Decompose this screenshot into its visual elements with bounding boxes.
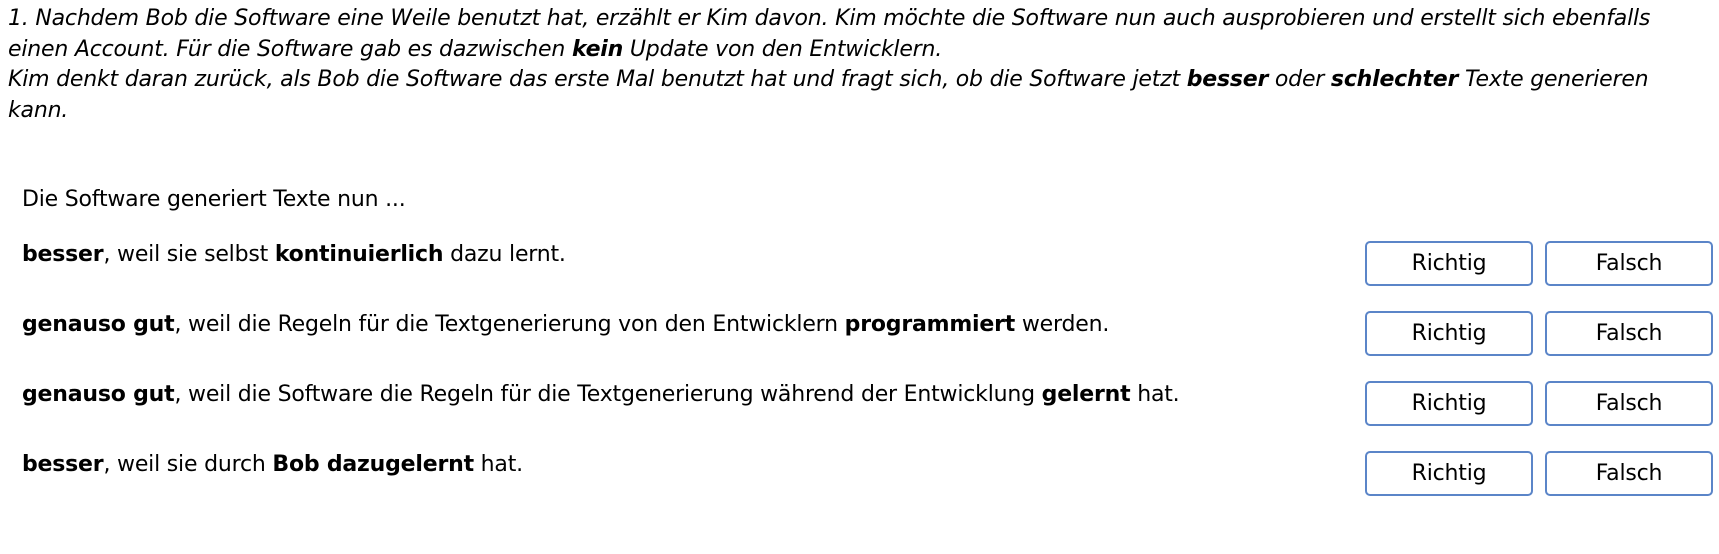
statement-bold: gelernt xyxy=(1041,382,1131,407)
statement-text: werden. xyxy=(1015,312,1110,337)
statement-text: , weil sie selbst xyxy=(103,242,275,267)
statement-text: hat. xyxy=(473,452,523,477)
richtig-button-3[interactable]: Richtig xyxy=(1365,381,1533,426)
statement-bold: kontinuierlich xyxy=(274,242,444,267)
intro-text: oder xyxy=(1268,67,1331,92)
richtig-button-2[interactable]: Richtig xyxy=(1365,311,1533,356)
statement-bold: besser xyxy=(22,452,104,477)
statement-text: , weil die Regeln für die Textgenerierun… xyxy=(174,312,845,337)
falsch-button-3[interactable]: Falsch xyxy=(1545,381,1713,426)
statement-bold: Bob dazugelernt xyxy=(272,452,474,477)
intro-emphasis: besser xyxy=(1186,67,1269,92)
statement-bold: programmiert xyxy=(844,312,1016,337)
intro-text: Update von den Entwicklern. xyxy=(623,36,943,62)
statement-1: besser, weil sie selbst kontinuierlich d… xyxy=(22,240,566,270)
falsch-button-2[interactable]: Falsch xyxy=(1545,311,1713,356)
falsch-button-4[interactable]: Falsch xyxy=(1545,451,1713,496)
statement-4: besser, weil sie durch Bob dazugelernt h… xyxy=(22,450,523,480)
richtig-button-1[interactable]: Richtig xyxy=(1365,241,1533,286)
statement-bold: genauso gut xyxy=(22,312,175,337)
statement-3: genauso gut, weil die Software die Regel… xyxy=(22,380,1180,410)
intro-paragraph-1: 1. Nachdem Bob die Software eine Weile b… xyxy=(8,4,1708,65)
statement-text: , weil sie durch xyxy=(103,452,273,477)
statement-text: hat. xyxy=(1130,382,1180,407)
statement-2: genauso gut, weil die Regeln für die Tex… xyxy=(22,310,1109,340)
intro-emphasis: schlechter xyxy=(1330,67,1459,92)
falsch-button-1[interactable]: Falsch xyxy=(1545,241,1713,286)
statement-lead: Die Software generiert Texte nun ... xyxy=(22,187,406,212)
question-intro: 1. Nachdem Bob die Software eine Weile b… xyxy=(8,4,1708,126)
statement-bold: besser xyxy=(22,242,104,267)
statement-bold: genauso gut xyxy=(22,382,175,407)
intro-emphasis: kein xyxy=(571,36,624,62)
intro-text: Kim denkt daran zurück, als Bob die Soft… xyxy=(8,67,1187,92)
statement-text: , weil die Software die Regeln für die T… xyxy=(174,382,1042,407)
intro-paragraph-2: Kim denkt daran zurück, als Bob die Soft… xyxy=(8,65,1708,126)
statement-text: dazu lernt. xyxy=(443,242,566,267)
richtig-button-4[interactable]: Richtig xyxy=(1365,451,1533,496)
